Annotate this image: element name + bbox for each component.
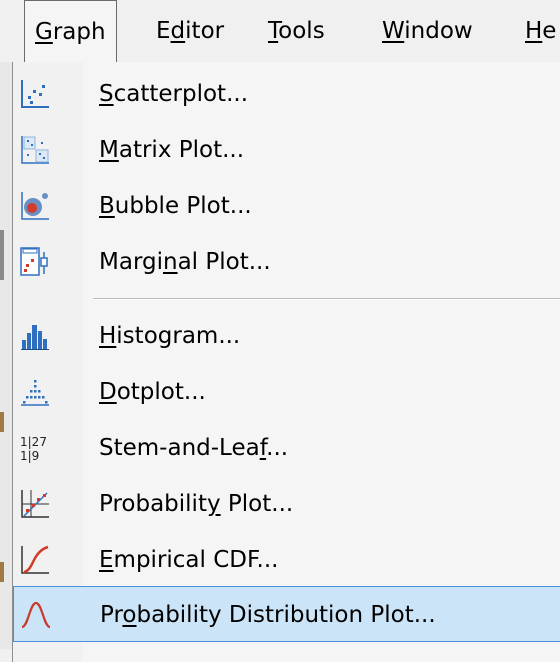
menu-help[interactable]: He <box>525 0 556 62</box>
label-pre: Stem-and-Lea <box>99 435 260 461</box>
empirical-cdf-icon <box>19 544 51 576</box>
menu-graph-mnemonic: G <box>35 19 53 45</box>
label-post: bability Distribution Plot... <box>136 602 436 628</box>
marginal-plot-icon <box>19 246 51 278</box>
label-mnemonic: o <box>122 602 137 628</box>
label-mnemonic: M <box>99 137 119 163</box>
menu-item-label: Dotplot... <box>99 364 206 420</box>
menu-item-label: Empirical CDF... <box>99 532 278 588</box>
probability-plot-icon <box>19 488 51 520</box>
graph-dropdown-menu: Scatterplot... Matrix Plot... Bubble Plo… <box>12 62 560 662</box>
label-post: al Plot... <box>177 249 271 275</box>
menu-item-probability-plot[interactable]: Probability Plot... <box>13 476 560 532</box>
label-pre: Probabilit <box>99 491 207 517</box>
menu-item-label: Scatterplot... <box>99 66 248 122</box>
menu-editor[interactable]: Editor <box>156 0 224 62</box>
menu-window[interactable]: Window <box>382 0 473 62</box>
menu-item-scatterplot[interactable]: Scatterplot... <box>13 66 560 122</box>
menu-tools-mnemonic: T <box>268 18 279 44</box>
label-post: ... <box>266 435 289 461</box>
histogram-icon <box>19 320 51 352</box>
label-mnemonic: E <box>99 547 114 573</box>
label-mnemonic: B <box>99 193 115 219</box>
menu-bar: Graph Editor Tools Window He <box>0 0 560 63</box>
menu-item-label: Histogram... <box>99 308 240 364</box>
menu-help-mnemonic: H <box>525 18 543 44</box>
menu-item-probability-distribution-plot[interactable]: Probability Distribution Plot... <box>13 586 560 642</box>
label-post: atrix Plot... <box>118 137 245 163</box>
menu-help-label-post: e <box>542 18 557 44</box>
menu-tools[interactable]: Tools <box>268 0 325 62</box>
menu-tools-label-post: ools <box>278 18 325 44</box>
label-mnemonic: D <box>99 379 117 405</box>
menu-item-label: Matrix Plot... <box>99 122 244 178</box>
bubble-plot-icon <box>19 190 51 222</box>
menu-item-matrix-plot[interactable]: Matrix Plot... <box>13 122 560 178</box>
menu-item-label: Probability Plot... <box>99 476 293 532</box>
label-pre: Margi <box>99 249 163 275</box>
label-mnemonic: S <box>99 81 114 107</box>
menu-graph-label-post: raph <box>52 19 106 45</box>
menu-window-mnemonic: W <box>382 18 405 44</box>
menu-editor-label-post: itor <box>185 18 225 44</box>
stem-leaf-icon-text-top: 1|27 <box>20 435 47 449</box>
menu-item-dotplot[interactable]: Dotplot... <box>13 364 560 420</box>
menu-editor-mnemonic: d <box>170 18 186 44</box>
label-mnemonic: n <box>162 249 178 275</box>
label-post: mpirical CDF... <box>113 547 279 573</box>
menu-item-label: Probability Distribution Plot... <box>100 587 436 643</box>
background-window-mark <box>0 562 4 582</box>
label-post: Plot... <box>220 491 294 517</box>
scatterplot-icon <box>19 78 51 110</box>
background-window-mark <box>0 230 4 280</box>
menu-item-label: Marginal Plot... <box>99 234 271 290</box>
label-post: otplot... <box>116 379 206 405</box>
matrix-plot-icon <box>19 134 51 166</box>
menu-window-label-post: indow <box>404 18 473 44</box>
stem-leaf-icon-text-bottom: 1|9 <box>20 449 39 463</box>
menu-editor-label-pre: E <box>156 18 171 44</box>
menu-separator <box>93 298 560 300</box>
label-post: ubble Plot... <box>114 193 252 219</box>
menu-item-histogram[interactable]: Histogram... <box>13 308 560 364</box>
menu-item-label: Stem-and-Leaf... <box>99 420 288 476</box>
menu-item-bubble-plot[interactable]: Bubble Plot... <box>13 178 560 234</box>
label-post: istogram... <box>116 323 241 349</box>
menu-item-label: Bubble Plot... <box>99 178 252 234</box>
menu-item-marginal-plot[interactable]: Marginal Plot... <box>13 234 560 290</box>
label-mnemonic: H <box>99 323 117 349</box>
menu-item-stem-and-leaf[interactable]: 1|27 1|9 Stem-and-Leaf... <box>13 420 560 476</box>
menu-item-empirical-cdf[interactable]: Empirical CDF... <box>13 532 560 588</box>
label-mnemonic: y <box>206 491 221 517</box>
label-post: catterplot... <box>113 81 249 107</box>
background-window-mark <box>0 412 4 432</box>
dotplot-icon <box>19 376 51 408</box>
label-pre: Pr <box>100 602 123 628</box>
probability-distribution-icon <box>20 599 52 631</box>
menu-graph[interactable]: Graph <box>24 0 117 63</box>
stem-and-leaf-icon: 1|27 1|9 <box>19 432 51 464</box>
